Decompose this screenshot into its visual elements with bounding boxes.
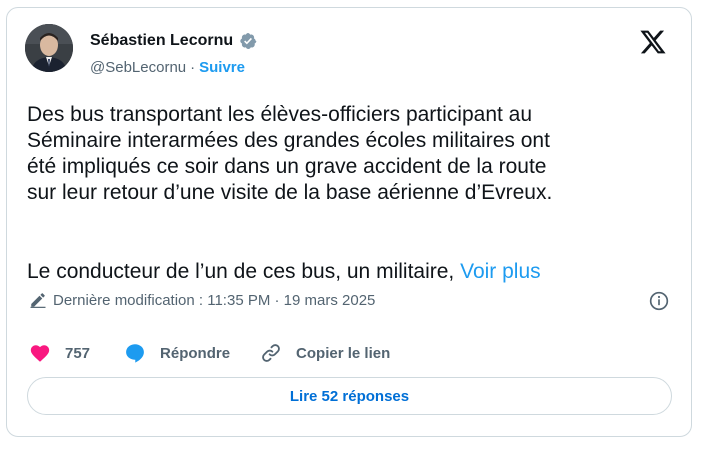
copy-link-label: Copier le lien [296,344,391,362]
tweet-text-continued: Le conducteur de l’un de ces bus, un mil… [27,259,541,285]
author-name[interactable]: Sébastien Lecornu [90,32,233,50]
x-logo-icon[interactable] [639,28,667,56]
reply-label: Répondre [160,344,231,362]
pencil-icon [30,293,46,308]
author-handle-row: @SebLecornu · Suivre [90,59,245,76]
separator-dot: · [190,59,196,76]
read-replies-button[interactable]: Lire 52 réponses [27,377,672,415]
edit-timestamp: Dernière modification : 11:35 PM · 19 ma… [53,291,376,309]
copy-link-action[interactable]: Copier le lien [260,342,390,364]
speech-bubble-icon [126,344,144,363]
like-action[interactable]: 757 [29,342,90,364]
reply-action[interactable]: Répondre [124,342,230,364]
avatar-image [25,24,73,72]
edit-info-row[interactable]: Dernière modification : 11:35 PM · 19 ma… [29,291,375,309]
tweet-text: Des bus transportant les élèves-officier… [27,103,553,204]
tweet-card: Sébastien Lecornu @SebLecornu · Suivre D… [6,7,692,437]
link-icon [262,344,280,362]
follow-button[interactable]: Suivre [199,59,245,76]
tweet-text-second-paragraph: Le conducteur de l’un de ces bus, un mil… [27,260,455,283]
author-handle[interactable]: @SebLecornu [90,59,186,76]
author-name-row: Sébastien Lecornu [90,32,257,50]
action-bar: 757 Répondre Copier le lien [29,342,390,364]
verified-badge-icon [240,32,257,50]
heart-icon [30,345,50,362]
avatar[interactable] [25,24,73,72]
info-icon[interactable] [649,291,669,311]
like-count: 757 [65,344,91,362]
see-more-link[interactable]: Voir plus [460,260,541,283]
